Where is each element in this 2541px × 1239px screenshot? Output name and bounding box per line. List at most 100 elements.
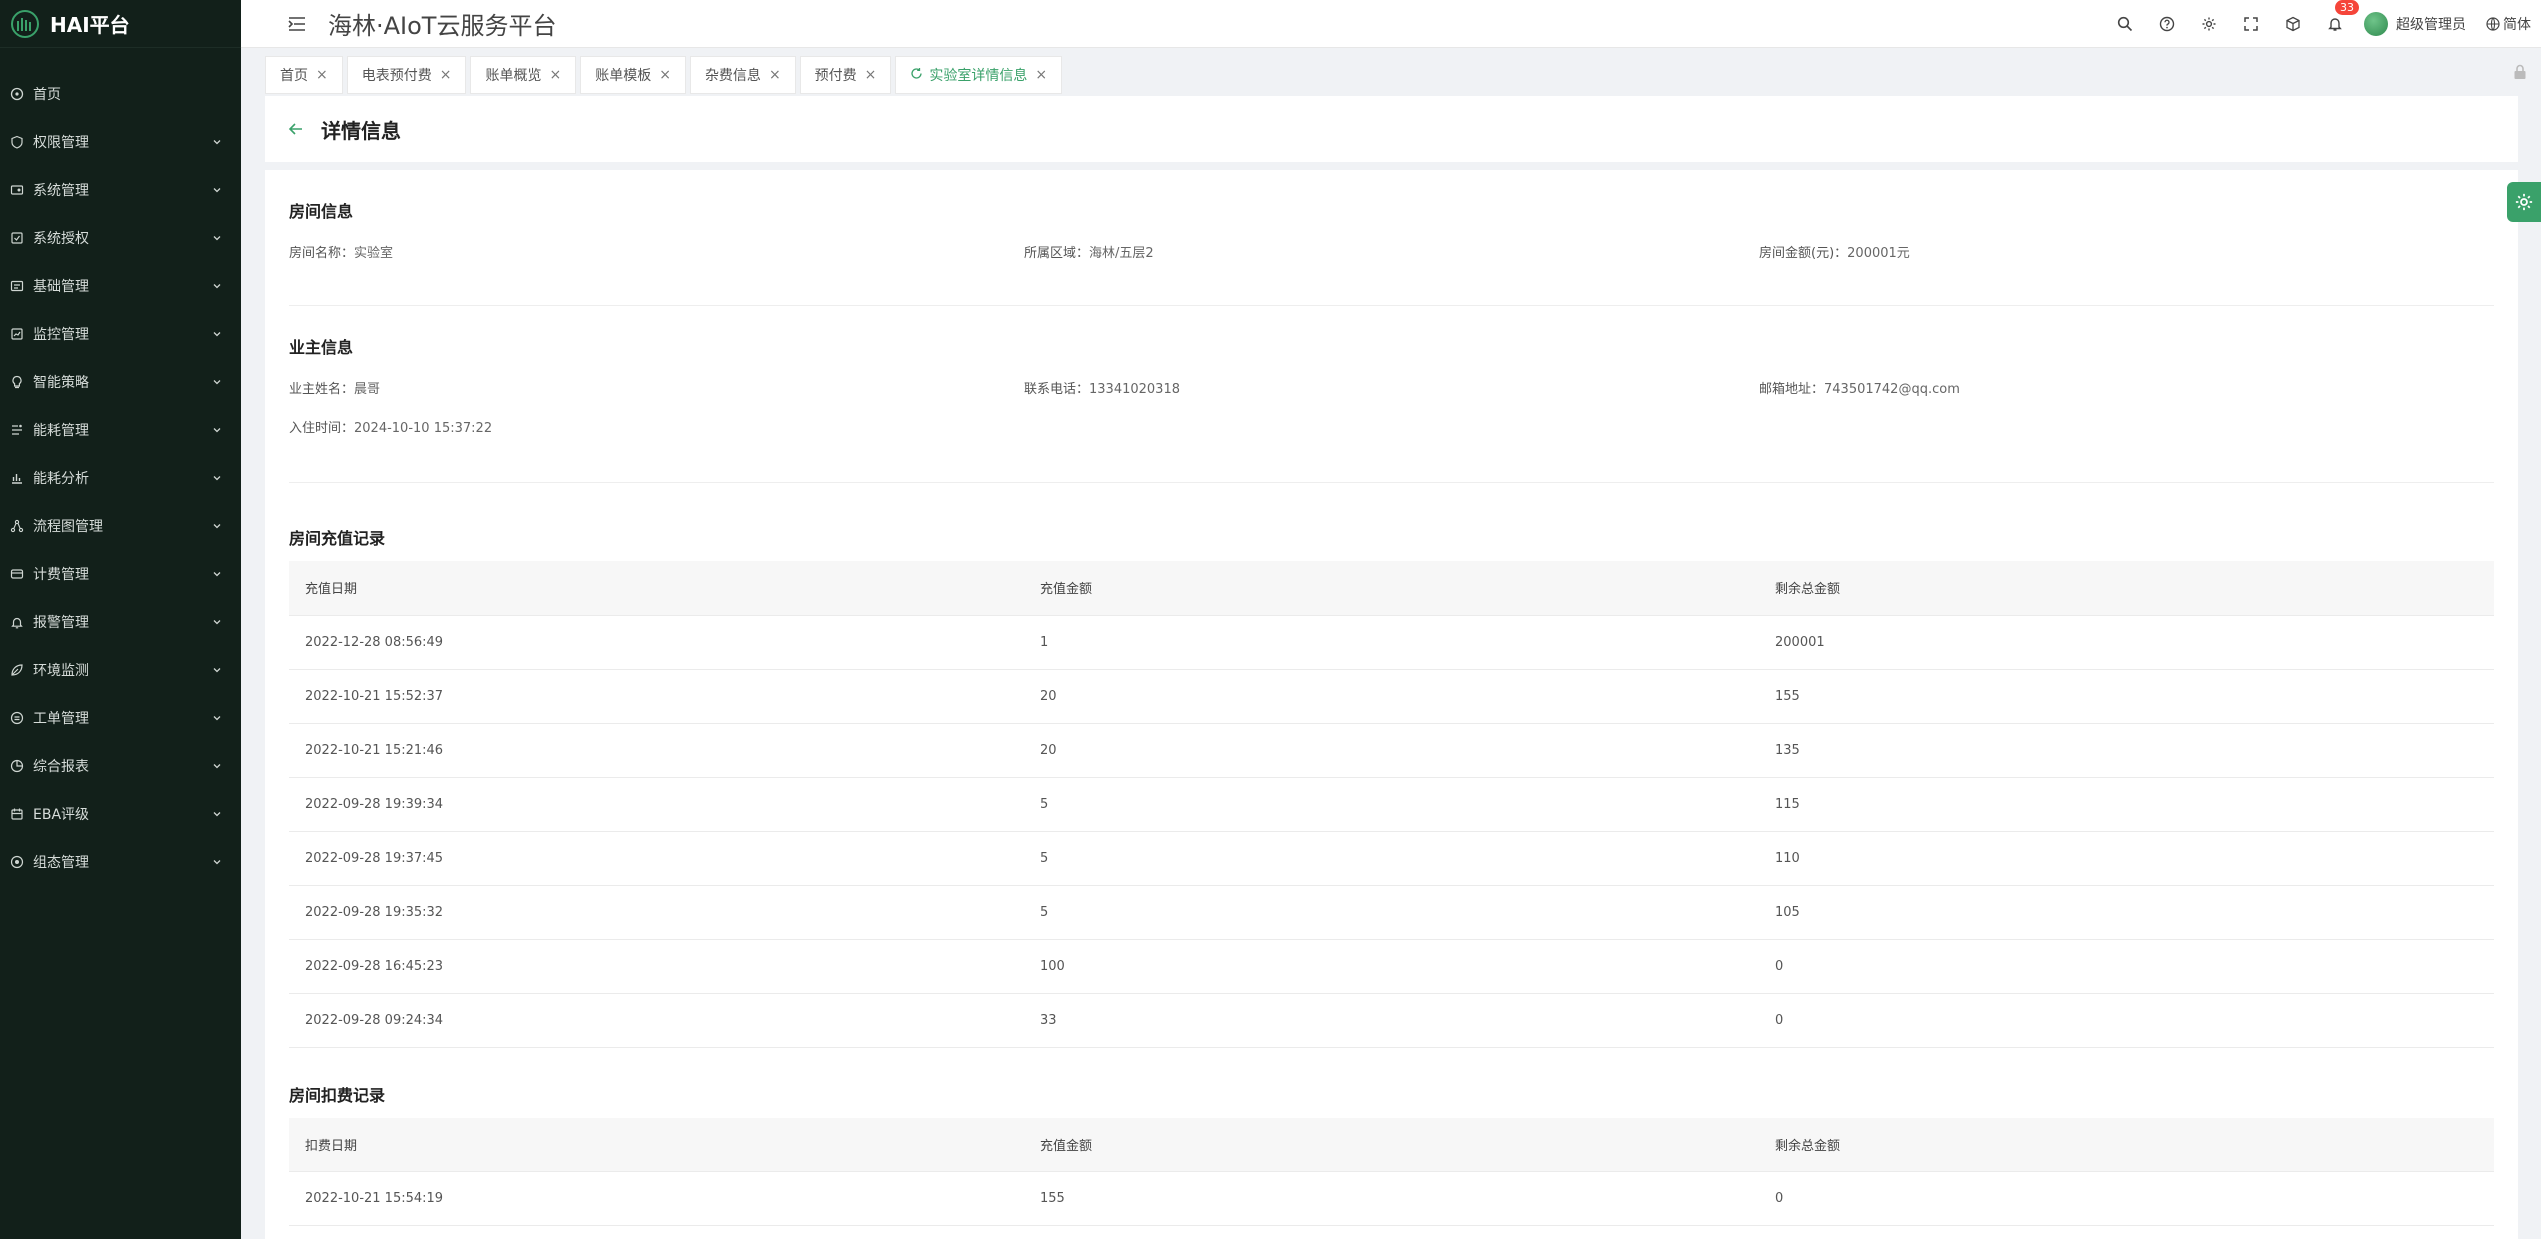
owner-email-value: 743501742@qq.com xyxy=(1824,382,1960,397)
close-icon[interactable]: × xyxy=(769,67,781,83)
table-cell: 155 xyxy=(1024,1171,1759,1226)
tab-label: 预付费 xyxy=(814,68,857,84)
tab-3[interactable]: 账单模板 × xyxy=(580,56,686,94)
sidebar-item-14[interactable]: 综合报表 xyxy=(0,742,241,790)
owner-info-title: 业主信息 xyxy=(289,338,354,357)
menu-toggle-icon[interactable] xyxy=(285,12,309,36)
rating-icon xyxy=(10,807,24,821)
home-icon xyxy=(10,87,24,101)
sidebar-item-label: 环境监测 xyxy=(33,663,89,679)
chevron-down-icon xyxy=(211,664,223,676)
chevron-down-icon xyxy=(211,376,223,388)
table-cell: 20 xyxy=(1024,723,1759,778)
sidebar-item-label: 监控管理 xyxy=(33,327,89,343)
owner-email-label: 邮箱地址： xyxy=(1759,382,1825,397)
system-icon xyxy=(10,183,24,197)
bulb-icon xyxy=(10,375,24,389)
sidebar-item-label: 能耗分析 xyxy=(33,471,89,487)
tab-label: 电表预付费 xyxy=(361,68,432,84)
tab-4[interactable]: 杂费信息 × xyxy=(689,56,796,94)
room-amount-label: 房间金额(元)： xyxy=(1759,246,1848,261)
chevron-down-icon xyxy=(211,136,223,148)
chevron-down-icon xyxy=(211,424,223,436)
bell-icon[interactable]: 33 xyxy=(2318,0,2359,48)
close-icon[interactable]: × xyxy=(440,67,452,83)
detail-panel: 房间信息 房间名称：实验室 所属区域：海林/五层2 房间金额(元)：200001… xyxy=(265,170,2518,1239)
config-icon xyxy=(10,855,24,869)
column-header: 剩余总金额 xyxy=(1759,561,2494,616)
theme-settings-icon[interactable] xyxy=(2507,182,2541,222)
tab-6[interactable]: 实验室详情信息 × xyxy=(895,56,1063,94)
globe-icon xyxy=(2486,17,2500,31)
sidebar-item-9[interactable]: 流程图管理 xyxy=(0,502,241,550)
sidebar-item-3[interactable]: 系统授权 xyxy=(0,214,241,262)
sidebar-item-8[interactable]: 能耗分析 xyxy=(0,454,241,502)
sidebar-item-label: 首页 xyxy=(33,87,61,103)
sidebar-item-11[interactable]: 报警管理 xyxy=(0,598,241,646)
chevron-down-icon xyxy=(211,184,223,196)
lock-icon[interactable] xyxy=(2513,64,2527,80)
close-icon[interactable]: × xyxy=(549,67,561,83)
authorize-icon xyxy=(10,231,24,245)
owner-phone-label: 联系电话： xyxy=(1024,382,1090,397)
deduction-table-title: 房间扣费记录 xyxy=(289,1085,386,1105)
sidebar-item-1[interactable]: 权限管理 xyxy=(0,118,241,166)
close-icon[interactable]: × xyxy=(1035,67,1047,83)
sidebar-item-12[interactable]: 环境监测 xyxy=(0,646,241,694)
tab-0[interactable]: 首页 × xyxy=(265,56,343,94)
sidebar-item-15[interactable]: EBA评级 xyxy=(0,790,241,838)
chevron-down-icon xyxy=(211,760,223,772)
language-switch[interactable]: 简体 xyxy=(2486,14,2531,34)
sidebar-item-4[interactable]: 基础管理 xyxy=(0,262,241,310)
close-icon[interactable]: × xyxy=(659,67,671,83)
sidebar-item-label: 能耗管理 xyxy=(33,423,89,439)
tab-5[interactable]: 预付费 × xyxy=(799,56,892,94)
room-info-title: 房间信息 xyxy=(289,202,354,221)
sidebar-item-label: 组态管理 xyxy=(33,855,89,871)
energy-icon xyxy=(10,423,24,437)
owner-info-row: 业主姓名：晨哥 联系电话：13341020318 邮箱地址：743501742@… xyxy=(289,378,2494,397)
close-icon[interactable]: × xyxy=(865,67,877,83)
cube-icon[interactable] xyxy=(2276,0,2310,48)
table-cell: 20 xyxy=(1024,669,1759,724)
sidebar-item-5[interactable]: 监控管理 xyxy=(0,310,241,358)
column-header: 充值金额 xyxy=(1024,1117,1759,1172)
table-row: 2022-12-28 08:56:49 1 200001 xyxy=(289,615,2494,670)
table-cell: 2022-10-21 15:54:19 xyxy=(289,1171,1024,1226)
search-icon[interactable] xyxy=(2108,0,2142,48)
refresh-icon xyxy=(910,67,923,84)
alarm-icon xyxy=(10,615,24,629)
tab-2[interactable]: 账单概览 × xyxy=(470,56,577,94)
table-header-row: 扣费日期 充值金额 剩余总金额 xyxy=(289,1117,2494,1172)
checkin-label: 入住时间： xyxy=(289,421,355,436)
settings-icon[interactable] xyxy=(2192,0,2226,48)
sidebar-item-7[interactable]: 能耗管理 xyxy=(0,406,241,454)
table-row: 2022-10-21 15:54:19 155 0 xyxy=(289,1171,2494,1226)
tab-label: 账单概览 xyxy=(485,68,542,84)
sidebar-item-0[interactable]: 首页 xyxy=(0,70,241,118)
owner-phone-field: 联系电话：13341020318 xyxy=(1024,378,1759,397)
brand[interactable]: HAI平台 xyxy=(0,0,241,48)
back-arrow-icon[interactable] xyxy=(287,120,305,138)
tab-label: 首页 xyxy=(280,68,308,84)
table-cell: 2022-09-28 09:24:34 xyxy=(289,993,1024,1048)
chart-icon xyxy=(10,471,24,485)
help-icon[interactable] xyxy=(2150,0,2184,48)
table-cell: 5 xyxy=(1024,885,1759,940)
table-cell: 0 xyxy=(1759,993,2494,1048)
sidebar-item-13[interactable]: 工单管理 xyxy=(0,694,241,742)
tab-1[interactable]: 电表预付费 × xyxy=(346,56,467,94)
sidebar-item-label: 权限管理 xyxy=(33,135,89,151)
table-row: 2022-09-28 19:39:34 5 115 xyxy=(289,777,2494,832)
sidebar-item-10[interactable]: 计费管理 xyxy=(0,550,241,598)
leaf-icon xyxy=(10,663,24,677)
fullscreen-icon[interactable] xyxy=(2234,0,2268,48)
monitor-icon xyxy=(10,327,24,341)
user-menu[interactable]: 超级管理员 xyxy=(2364,12,2466,36)
flow-icon xyxy=(10,519,24,533)
table-cell: 2022-09-28 19:37:45 xyxy=(289,831,1024,886)
sidebar-item-2[interactable]: 系统管理 xyxy=(0,166,241,214)
close-icon[interactable]: × xyxy=(316,67,328,83)
sidebar-item-16[interactable]: 组态管理 xyxy=(0,838,241,886)
sidebar-item-6[interactable]: 智能策略 xyxy=(0,358,241,406)
